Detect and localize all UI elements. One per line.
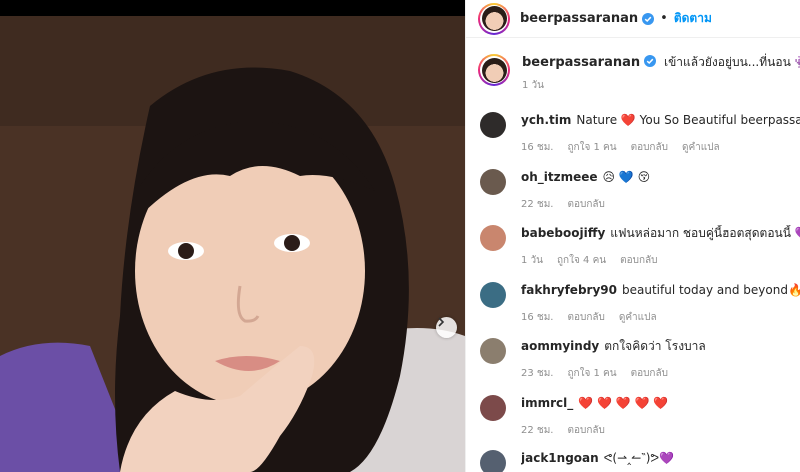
comment-text: Nature ❤️ You So Beautiful beerpassarana…	[576, 113, 800, 127]
comment-item: fakhryfebry90 beautiful today and beyond🔥…	[480, 282, 800, 325]
comment-item: babeboojiffy แฟนหล่อมาก ชอบคู่นี้ฮอตสุดตอ…	[480, 225, 800, 268]
commenter-username[interactable]: aommyindy	[521, 339, 599, 353]
see-translation-button[interactable]: ดูคำแปล	[682, 142, 720, 153]
header-separator: •	[660, 11, 668, 26]
see-translation-button[interactable]: ดูคำแปล	[619, 312, 657, 323]
comment-likes[interactable]: ถูกใจ 1 คน	[567, 368, 616, 379]
commenter-avatar[interactable]	[480, 225, 506, 251]
comment-text: 😥 💙 😚	[602, 170, 651, 184]
reply-button[interactable]: ตอบกลับ	[631, 368, 668, 379]
author-username[interactable]: beerpassaranan	[520, 11, 638, 26]
post-photo	[0, 16, 465, 472]
commenter-avatar[interactable]	[480, 450, 506, 472]
chevron-right-icon	[438, 317, 445, 327]
comment-item: jack1ngoan ᕙ(⇀‸↼‶)ᕗ💜	[480, 450, 800, 472]
comment-item: aommyindy ตกใจคิดว่า โรงบาล 23 ชม. ถูกใจ 1 …	[480, 338, 800, 381]
reply-button[interactable]: ตอบกลับ	[631, 142, 668, 153]
commenter-avatar[interactable]	[480, 395, 506, 421]
comment-time[interactable]: 16 ชม.	[521, 312, 553, 323]
comment-likes[interactable]: ถูกใจ 4 คน	[557, 255, 606, 266]
caption-username[interactable]: beerpassaranan	[522, 55, 640, 70]
comment-item: oh_itzmeee 😥 💙 😚 22 ชม. ตอบกลับ	[480, 169, 800, 212]
commenter-avatar[interactable]	[480, 338, 506, 364]
comment-time[interactable]: 23 ชม.	[521, 368, 553, 379]
comment-time[interactable]: 16 ชม.	[521, 142, 553, 153]
verified-badge-icon	[644, 55, 657, 67]
comment-time[interactable]: 22 ชม.	[521, 425, 553, 436]
comment-text: ᕙ(⇀‸↼‶)ᕗ💜	[603, 451, 675, 465]
commenter-username[interactable]: ych.tim	[521, 113, 571, 127]
media-top-bar	[0, 0, 465, 16]
commenter-username[interactable]: fakhryfebry90	[521, 283, 617, 297]
post-caption: beerpassaranan เข้าแล้วยังอยู่บน...ที่นอ…	[478, 54, 800, 93]
commenter-avatar[interactable]	[480, 112, 506, 138]
comment-time[interactable]: 1 วัน	[521, 255, 543, 266]
comment-item: immrcl_ ❤️ ❤️ ❤️ ❤️ ❤️ 22 ชม. ตอบกลับ	[480, 395, 800, 438]
comment-likes[interactable]: ถูกใจ 1 คน	[567, 142, 616, 153]
commenter-username[interactable]: jack1ngoan	[521, 451, 599, 465]
reply-button[interactable]: ตอบกลับ	[567, 199, 604, 210]
post-side-panel: beerpassaranan • ติดตาม beerpassaranan เ…	[465, 0, 800, 472]
commenter-username[interactable]: immrcl_	[521, 396, 573, 410]
verified-badge-icon	[642, 12, 655, 25]
comment-text: ❤️ ❤️ ❤️ ❤️ ❤️	[578, 396, 669, 410]
commenter-username[interactable]: babeboojiffy	[521, 226, 605, 240]
carousel-next-button[interactable]	[436, 317, 457, 338]
comment-text: beautiful today and beyond🔥	[621, 283, 800, 297]
comment-text: ตกใจคิดว่า โรงบาล	[604, 339, 706, 353]
reply-button[interactable]: ตอบกลับ	[620, 255, 657, 266]
comment-time[interactable]: 22 ชม.	[521, 199, 553, 210]
author-avatar[interactable]	[478, 2, 510, 35]
post-media	[0, 0, 465, 472]
portrait-illustration	[0, 16, 465, 472]
commenter-avatar[interactable]	[480, 169, 506, 195]
commenter-username[interactable]: oh_itzmeee	[521, 170, 598, 184]
follow-button[interactable]: ติดตาม	[674, 9, 712, 28]
comment-item: ych.tim Nature ❤️ You So Beautiful beerpa…	[480, 112, 800, 155]
caption-text: เข้าแล้วยังอยู่บน...ที่นอน 👾	[663, 55, 800, 69]
caption-time[interactable]: 1 วัน	[522, 80, 544, 91]
post-header: beerpassaranan • ติดตาม	[466, 0, 800, 38]
reply-button[interactable]: ตอบกลับ	[567, 425, 604, 436]
caption-avatar[interactable]	[478, 54, 510, 86]
reply-button[interactable]: ตอบกลับ	[567, 312, 604, 323]
commenter-avatar[interactable]	[480, 282, 506, 308]
comment-text: แฟนหล่อมาก ชอบคู่นี้ฮอตสุดตอนนี้ 💜	[610, 226, 800, 240]
